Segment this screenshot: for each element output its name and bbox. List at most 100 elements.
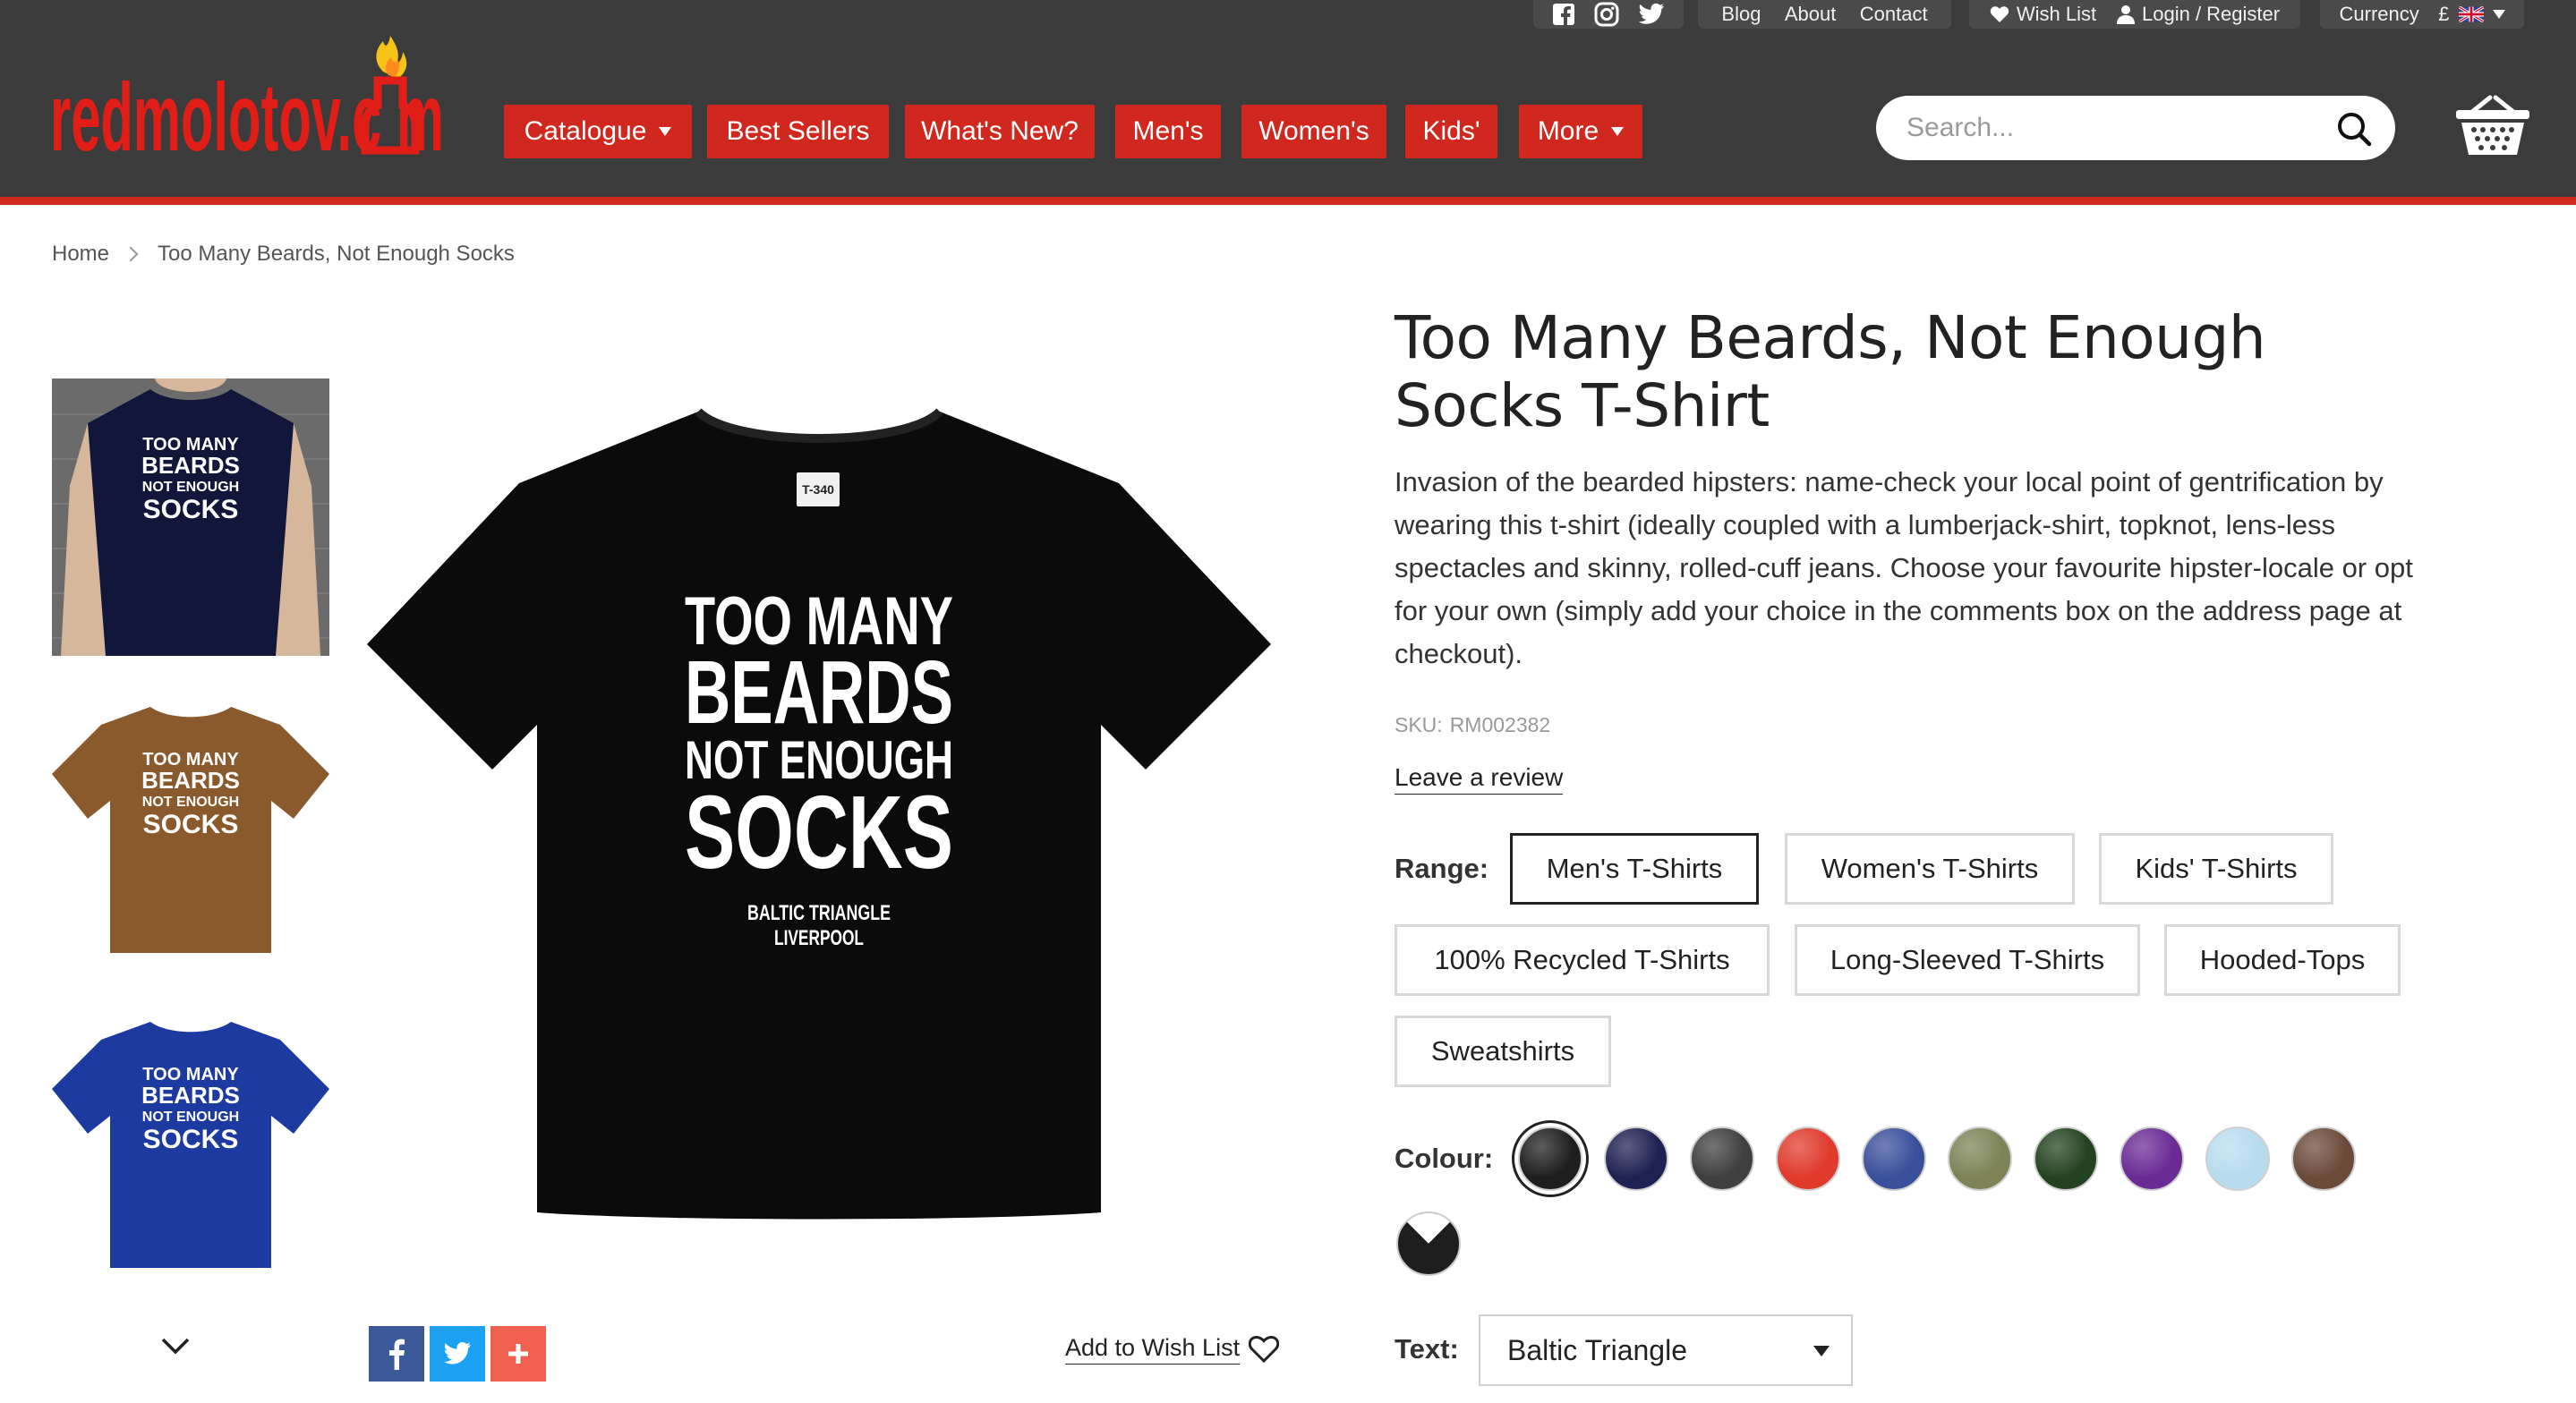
thumb-line4: SOCKS [143, 810, 239, 839]
thumb-line2: BEARDS [141, 1082, 240, 1109]
range-option-hooded-tops[interactable]: Hooded-Tops [2164, 924, 2401, 996]
range-option-womens-tshirts[interactable]: Women's T-Shirts [1785, 833, 2075, 905]
basket-icon[interactable] [2454, 94, 2531, 158]
thumb-line4: SOCKS [143, 495, 239, 524]
login-link[interactable]: Login / Register [2117, 3, 2280, 26]
facebook-icon [389, 1339, 405, 1370]
range-option-mens-tshirts[interactable]: Men's T-Shirts [1510, 833, 1759, 905]
product-title: Too Many Beards, Not Enough Socks T-Shir… [1395, 303, 2266, 440]
text-label: Text: [1395, 1333, 1459, 1365]
site-header: redmolotov.c m Blog About Contact Wish L… [0, 0, 2576, 204]
thumbnail-model-image: TOO MANY BEARDS NOT ENOUGH SOCKS [52, 378, 329, 656]
colour-swatch[interactable] [2205, 1127, 2270, 1191]
share-facebook-button[interactable] [369, 1326, 424, 1382]
range-option-long-sleeved-tshirts[interactable]: Long-Sleeved T-Shirts [1795, 924, 2140, 996]
currency-caret-icon [2492, 10, 2505, 19]
nav-whats-new[interactable]: What's New? [905, 105, 1095, 158]
chevron-down-icon [1813, 1346, 1830, 1356]
nav-more[interactable]: More [1519, 105, 1642, 158]
search-icon[interactable] [2336, 111, 2372, 147]
nav-best-sellers[interactable]: Best Sellers [707, 105, 889, 158]
leave-review-link[interactable]: Leave a review [1395, 763, 1564, 795]
nav-mens[interactable]: Men's [1115, 105, 1221, 158]
nav-womens[interactable]: Women's [1241, 105, 1386, 158]
product-description: Invasion of the bearded hipsters: name-c… [1395, 466, 2413, 669]
search-input[interactable] [1906, 113, 2309, 143]
info-links: Blog About Contact [1698, 0, 1951, 29]
shirt-line2: BEARDS [685, 642, 953, 743]
shirt-place1: BALTIC TRIANGLE [747, 901, 891, 925]
shirt-place2: LIVERPOOL [774, 926, 864, 950]
range-label: Range: [1395, 853, 1489, 884]
login-label: Login / Register [2142, 3, 2281, 25]
thumbnail-brown-image: TOO MANY BEARDS NOT ENOUGH SOCKS [52, 707, 329, 953]
contact-link[interactable]: Contact [1860, 3, 1928, 26]
social-links [1533, 0, 1684, 29]
instagram-icon[interactable] [1594, 2, 1619, 27]
header-accent-rule [0, 197, 2576, 205]
colour-swatch[interactable] [2034, 1127, 2098, 1191]
colour-swatch[interactable] [1862, 1127, 1926, 1191]
chevron-down-icon [659, 127, 672, 136]
breadcrumb: Home Too Many Beards, Not Enough Socks [52, 242, 515, 267]
colour-swatch[interactable] [1690, 1127, 1754, 1191]
colour-label: Colour: [1395, 1143, 1494, 1174]
uk-flag-icon [2458, 6, 2484, 22]
colour-swatch[interactable] [1604, 1127, 1668, 1191]
share-twitter-button[interactable] [430, 1326, 485, 1382]
currency-symbol: £ [2438, 3, 2450, 25]
chevron-down-icon [1611, 127, 1625, 136]
facebook-icon[interactable] [1552, 3, 1575, 26]
search-bar [1876, 96, 2395, 160]
twitter-icon [443, 1342, 471, 1365]
nav-catalogue[interactable]: Catalogue [504, 105, 692, 158]
blog-link[interactable]: Blog [1721, 3, 1761, 26]
colour-swatch[interactable] [1396, 1212, 1461, 1276]
breadcrumb-home[interactable]: Home [52, 242, 109, 267]
thumb-line3: NOT ENOUGH [142, 795, 239, 810]
sku-value: RM002382 [1449, 713, 1551, 736]
colour-swatch[interactable] [1518, 1127, 1582, 1191]
main-product-image[interactable]: T-340 TOO MANY BEARDS NOT ENOUGH SOCKS B… [358, 394, 1280, 1288]
chevron-down-icon[interactable] [159, 1330, 192, 1362]
thumb-line3: NOT ENOUGH [142, 1110, 239, 1125]
thumbnail-blue-image: TOO MANY BEARDS NOT ENOUGH SOCKS [52, 1022, 329, 1268]
breadcrumb-current: Too Many Beards, Not Enough Socks [158, 242, 515, 266]
sku-label: SKU: [1395, 713, 1443, 736]
currency-selector[interactable]: Currency £ [2320, 0, 2524, 29]
shirt-line4: SOCKS [685, 774, 953, 890]
account-links: Wish List Login / Register [1969, 0, 2300, 29]
plus-icon [508, 1344, 528, 1364]
about-link[interactable]: About [1785, 3, 1837, 26]
wish-list-link[interactable]: Wish List [1990, 3, 2096, 26]
nav-kids[interactable]: Kids' [1405, 105, 1497, 158]
share-more-button[interactable] [490, 1326, 546, 1382]
thumb-line4: SOCKS [143, 1125, 239, 1154]
thumb-line2: BEARDS [141, 452, 240, 479]
twitter-icon[interactable] [1638, 3, 1665, 26]
thumb-line2: BEARDS [141, 767, 240, 794]
colour-swatch[interactable] [1948, 1127, 2012, 1191]
colour-swatch[interactable] [1776, 1127, 1840, 1191]
range-option-recycled-tshirts[interactable]: 100% Recycled T-Shirts [1395, 924, 1770, 996]
thumbnail-brown[interactable]: TOO MANY BEARDS NOT ENOUGH SOCKS [52, 693, 329, 971]
thumbnail-model[interactable]: TOO MANY BEARDS NOT ENOUGH SOCKS [52, 378, 329, 656]
chevron-right-icon [123, 246, 139, 262]
label-tag-text: T-340 [802, 482, 834, 497]
colour-swatch[interactable] [2291, 1127, 2356, 1191]
colour-swatch[interactable] [2120, 1127, 2184, 1191]
redmolotov-logo[interactable]: redmolotov.c m [50, 16, 444, 168]
user-icon [2117, 5, 2135, 24]
range-option-kids-tshirts[interactable]: Kids' T-Shirts [2099, 833, 2333, 905]
range-option-sweatshirts[interactable]: Sweatshirts [1395, 1016, 1611, 1087]
add-to-wish-list-label: Add to Wish List [1065, 1334, 1241, 1365]
currency-label: Currency [2339, 3, 2419, 25]
thumbnail-blue[interactable]: TOO MANY BEARDS NOT ENOUGH SOCKS [52, 1008, 329, 1286]
add-to-wish-list-link[interactable]: Add to Wish List [1065, 1334, 1280, 1365]
wish-list-label: Wish List [2016, 3, 2097, 25]
text-select-value: Baltic Triangle [1507, 1333, 1687, 1366]
nav-catalogue-label: Catalogue [524, 116, 647, 146]
thumb-line3: NOT ENOUGH [142, 480, 239, 495]
nav-more-label: More [1537, 116, 1599, 146]
text-select[interactable]: Baltic Triangle [1479, 1314, 1853, 1386]
